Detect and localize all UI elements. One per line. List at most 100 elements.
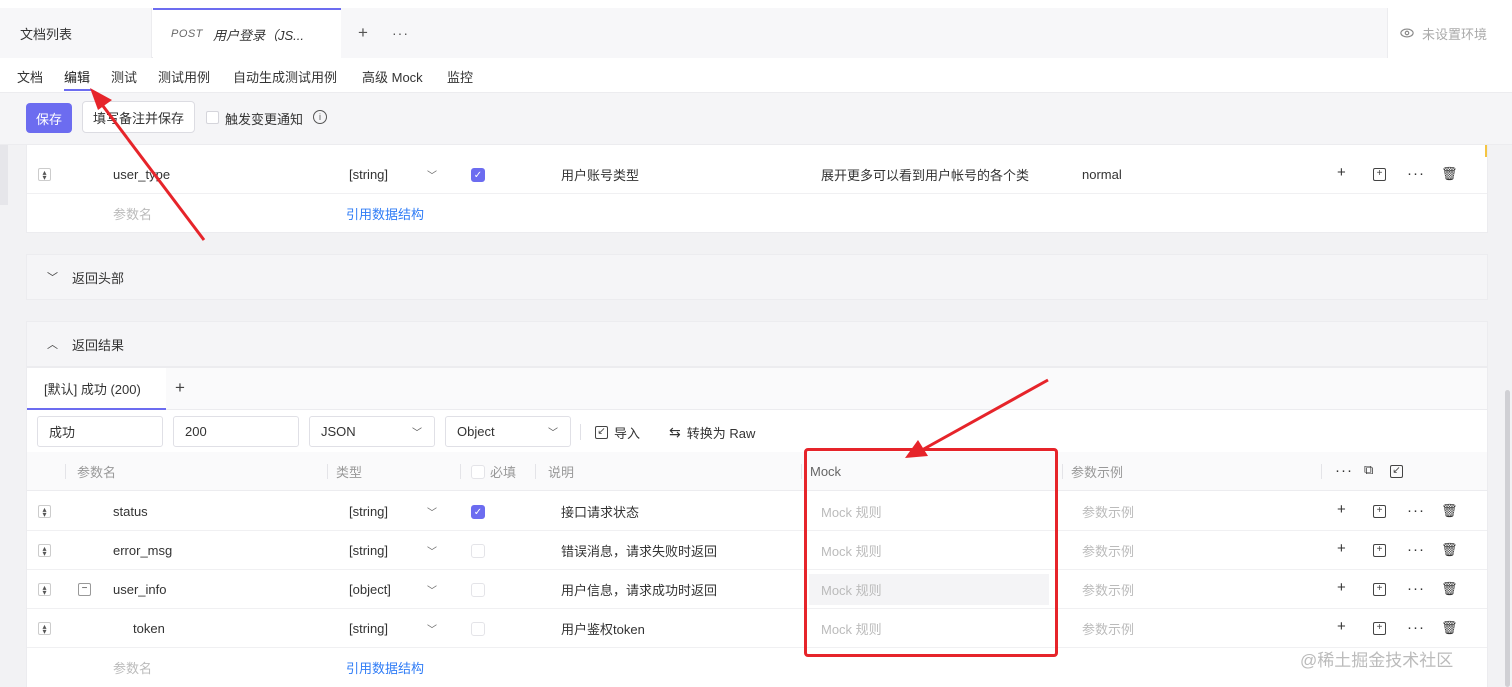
add-row-icon[interactable]: + [1337, 540, 1346, 557]
chevron-down-icon[interactable]: ﹀ [427, 531, 437, 570]
column-name: 参数名 [77, 465, 117, 480]
subtab-monitor[interactable]: 监控 [447, 67, 473, 86]
add-child-icon[interactable]: + [1373, 168, 1386, 181]
trash-icon[interactable]: 🗑 [1441, 581, 1458, 597]
reference-schema-link[interactable]: 引用数据结构 [346, 194, 424, 233]
required-checkbox[interactable] [471, 531, 485, 570]
param-name[interactable]: user_type [113, 155, 170, 194]
chevron-down-icon[interactable]: ﹀ [427, 155, 437, 194]
copy-icon[interactable]: ⧉ [1364, 462, 1373, 478]
add-child-icon[interactable]: + [1373, 505, 1386, 518]
subtab-doc[interactable]: 文档 [17, 67, 43, 86]
chevron-down-icon[interactable]: ﹀ [427, 492, 437, 531]
more-icon[interactable]: ··· [1407, 541, 1425, 558]
param-type[interactable]: [string] [349, 609, 388, 648]
param-name[interactable]: token [133, 609, 165, 648]
param-type[interactable]: [string] [349, 155, 388, 194]
save-button[interactable]: 保存 [26, 103, 72, 133]
save-with-note-button[interactable]: 填写备注并保存 [82, 101, 195, 133]
add-row-icon[interactable]: + [1337, 501, 1346, 518]
param-desc[interactable]: 接口请求状态 [561, 492, 639, 531]
status-code-input[interactable]: 200 [173, 416, 299, 447]
root-type-select[interactable]: Object ﹀ [445, 416, 571, 447]
param-example[interactable]: normal [1082, 155, 1122, 194]
response-headers-header[interactable]: ﹀ 返回头部 [26, 254, 1488, 300]
add-row-icon[interactable]: + [1337, 164, 1346, 181]
subtab-advanced-mock[interactable]: 高级 Mock [362, 67, 423, 86]
example-input[interactable]: 参数示例 [1082, 609, 1134, 648]
param-mock[interactable]: 展开更多可以看到用户帐号的各个类 [821, 155, 1029, 194]
vertical-scrollbar[interactable] [1505, 390, 1510, 687]
trash-icon[interactable]: 🗑 [1441, 542, 1458, 558]
subtab-test[interactable]: 测试 [111, 67, 137, 86]
chevron-down-icon[interactable]: ﹀ [427, 570, 437, 609]
param-name-placeholder[interactable]: 参数名 [113, 194, 152, 233]
notify-checkbox[interactable] [206, 111, 219, 124]
param-desc[interactable]: 用户信息，请求成功时返回 [561, 570, 717, 609]
param-name[interactable]: user_info [113, 570, 166, 609]
response-name-input[interactable]: 成功 [37, 416, 163, 447]
format-select[interactable]: JSON ﹀ [309, 416, 435, 447]
info-icon[interactable]: i [313, 110, 327, 124]
subtab-auto-test-cases[interactable]: 自动生成测试用例 [233, 67, 337, 86]
example-input[interactable]: 参数示例 [1082, 492, 1134, 531]
drag-handle-icon[interactable]: ▴ ▾ [38, 505, 51, 519]
param-desc[interactable]: 用户账号类型 [561, 155, 639, 194]
response-tab-success[interactable]: [默认] 成功 (200) [27, 368, 166, 410]
mock-rule-input[interactable]: Mock 规则 [821, 531, 882, 570]
more-icon[interactable]: ··· [1335, 462, 1353, 479]
required-checkbox[interactable] [471, 609, 485, 648]
trash-icon[interactable]: 🗑 [1441, 166, 1458, 182]
trash-icon[interactable]: 🗑 [1441, 503, 1458, 519]
column-mock: Mock [810, 464, 842, 479]
param-type[interactable]: [string] [349, 492, 388, 531]
subtab-test-cases[interactable]: 测试用例 [158, 67, 210, 86]
mock-rule-input[interactable]: Mock 规则 [821, 609, 882, 648]
more-tabs-icon[interactable]: ··· [392, 8, 409, 58]
required-checkbox[interactable] [471, 570, 485, 609]
import-icon[interactable]: ↙ [1390, 465, 1403, 478]
response-body-panel: [默认] 成功 (200) + 成功 200 JSON ﹀ Object ﹀ ↙… [26, 367, 1488, 687]
tab-user-login[interactable]: POST 用户登录（JS... [153, 8, 341, 58]
convert-raw-button[interactable]: ⇆ 转换为 Raw [669, 423, 755, 442]
add-child-icon[interactable]: + [1373, 622, 1386, 635]
response-body-header[interactable]: ︿ 返回结果 [26, 321, 1488, 367]
add-row-icon[interactable]: + [1337, 618, 1346, 635]
required-checkbox[interactable]: ✓ [471, 492, 485, 531]
required-all-checkbox[interactable] [471, 452, 485, 491]
sub-tab-bar: 文档 编辑 测试 测试用例 自动生成测试用例 高级 Mock 监控 [0, 58, 1512, 93]
collapse-icon[interactable]: − [78, 583, 91, 596]
add-child-icon[interactable]: + [1373, 544, 1386, 557]
drag-handle-icon[interactable]: ▴ ▾ [38, 622, 51, 636]
environment-selector[interactable]: 未设置环境 [1387, 8, 1512, 58]
example-input[interactable]: 参数示例 [1082, 570, 1134, 609]
trash-icon[interactable]: 🗑 [1441, 620, 1458, 636]
param-name[interactable]: error_msg [113, 531, 172, 570]
param-type[interactable]: [string] [349, 531, 388, 570]
add-tab-icon[interactable]: + [358, 8, 368, 58]
mock-rule-input[interactable]: Mock 规则 [809, 574, 1049, 605]
example-input[interactable]: 参数示例 [1082, 531, 1134, 570]
drag-handle-icon[interactable]: ▴ ▾ [38, 168, 51, 182]
add-row-icon[interactable]: + [1337, 579, 1346, 596]
more-icon[interactable]: ··· [1407, 619, 1425, 636]
param-name-placeholder[interactable]: 参数名 [113, 648, 152, 687]
more-icon[interactable]: ··· [1407, 165, 1425, 182]
more-icon[interactable]: ··· [1407, 502, 1425, 519]
param-desc[interactable]: 用户鉴权token [561, 609, 645, 648]
import-button[interactable]: ↙ 导入 [595, 423, 640, 442]
add-child-icon[interactable]: + [1373, 583, 1386, 596]
chevron-down-icon[interactable]: ﹀ [427, 609, 437, 648]
param-desc[interactable]: 错误消息，请求失败时返回 [561, 531, 717, 570]
more-icon[interactable]: ··· [1407, 580, 1425, 597]
add-response-icon[interactable]: + [175, 378, 185, 398]
reference-schema-link[interactable]: 引用数据结构 [346, 648, 424, 687]
param-type[interactable]: [object] [349, 570, 391, 609]
required-checkbox[interactable]: ✓ [471, 155, 485, 194]
mock-rule-input[interactable]: Mock 规则 [821, 492, 882, 531]
drag-handle-icon[interactable]: ▴ ▾ [38, 583, 51, 597]
drag-handle-icon[interactable]: ▴ ▾ [38, 544, 51, 558]
subtab-edit[interactable]: 编辑 [64, 67, 90, 86]
tab-doc-list[interactable]: 文档列表 [0, 8, 152, 58]
param-name[interactable]: status [113, 492, 148, 531]
